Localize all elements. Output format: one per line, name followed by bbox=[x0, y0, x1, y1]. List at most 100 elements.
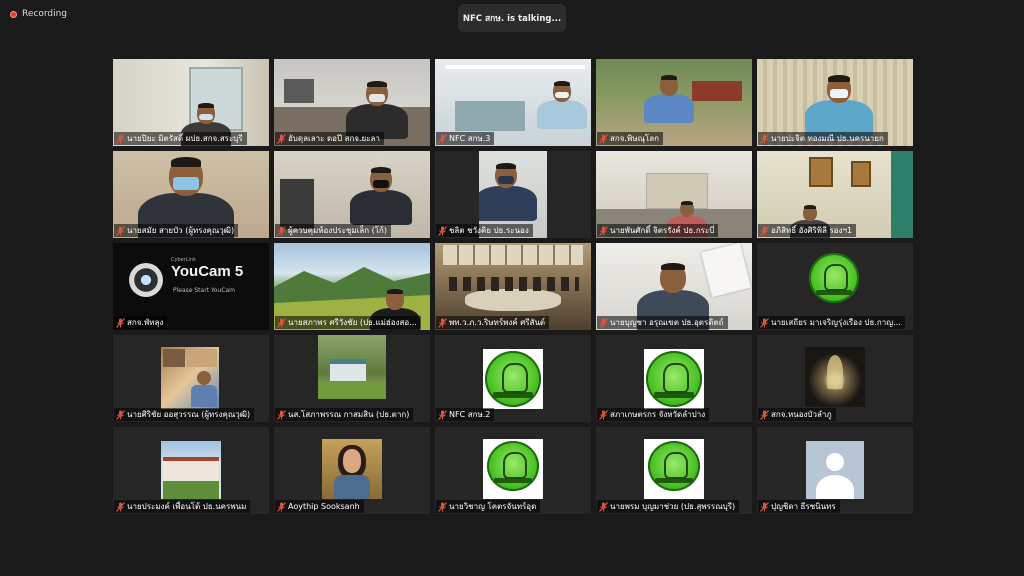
mic-muted-icon bbox=[760, 409, 769, 420]
participant-name: สกจ.หนองบัวลำภู bbox=[771, 410, 832, 419]
participant-name: อับดุลเลาะ ดอปี สกจ.ยะลา bbox=[288, 134, 380, 143]
participant-name-label: อับดุลเลาะ ดอปี สกจ.ยะลา bbox=[275, 132, 384, 145]
mic-muted-icon bbox=[760, 225, 769, 236]
default-avatar-icon bbox=[806, 441, 864, 499]
participant-tile[interactable]: อภิสิทธิ์ อังศิริพิลี รองฯ1 bbox=[757, 151, 913, 238]
mic-muted-icon bbox=[599, 501, 608, 512]
participant-name: นายวิชาญ โคตรจันทร์อุด bbox=[449, 502, 537, 511]
participant-tile[interactable]: สภาเกษตรกร จังหวัดลำปาง bbox=[596, 335, 752, 422]
participant-name: สภาเกษตรกร จังหวัดลำปาง bbox=[610, 410, 706, 419]
participant-tile[interactable]: นายพรม บุญมาช่วย (ปธ.สุพรรณบุรี) bbox=[596, 427, 752, 514]
participant-name-label: นส.โสภาพรรณ กาสมสิน (ปธ.ตาก) bbox=[275, 408, 414, 421]
participant-name: NFC สกษ.2 bbox=[449, 410, 491, 419]
participant-name: ผู้ควบคุมห้องประชุมเล็ก (โก้) bbox=[288, 226, 387, 235]
active-speaker-label: NFC สกษ. is talking... bbox=[462, 14, 562, 24]
participant-name: นายปิยะ มิตรัสดิ์ ผปธ.สกจ.สระบุรี bbox=[127, 134, 243, 143]
participant-name-label: Aoythip Sooksanh bbox=[275, 500, 364, 513]
mic-muted-icon bbox=[599, 409, 608, 420]
participant-tile[interactable]: NFC สกษ.3 bbox=[435, 59, 591, 146]
mic-muted-icon bbox=[116, 133, 125, 144]
participant-tile[interactable]: นายสมัย สายบัว (ผู้ทรงคุณวุฒิ) bbox=[113, 151, 269, 238]
participant-name-label: NFC สกษ.3 bbox=[436, 132, 495, 145]
mic-muted-icon bbox=[438, 317, 447, 328]
participant-name: นายศิริชัย ออสุวรรณ (ผู้ทรงคุณวุฒิ) bbox=[127, 410, 251, 419]
mic-muted-icon bbox=[599, 317, 608, 328]
participant-tile[interactable]: นายประมงค์ เพื่อนโต้ ปธ.นครพนม bbox=[113, 427, 269, 514]
participant-name-label: พท.ว.ภ.ว.ริษทร์พงค์ ศรีสันต์ bbox=[436, 316, 550, 329]
participant-name-label: นายประมงค์ เพื่อนโต้ ปธ.นครพนม bbox=[114, 500, 251, 513]
video-gallery: นายปิยะ มิตรัสดิ์ ผปธ.สกจ.สระบุรี อับดุลเ… bbox=[113, 59, 913, 514]
participant-name-label: นายศิริชัย ออสุวรรณ (ผู้ทรงคุณวุฒิ) bbox=[114, 408, 255, 421]
participant-name: นายพรม บุญมาช่วย (ปธ.สุพรรณบุรี) bbox=[610, 502, 736, 511]
participant-name: อภิสิทธิ์ อังศิริพิลี รองฯ1 bbox=[771, 226, 853, 235]
mic-muted-icon bbox=[277, 409, 286, 420]
mic-muted-icon bbox=[438, 133, 447, 144]
participant-name: สกจ.พัทลุง bbox=[127, 318, 164, 327]
participant-tile[interactable]: สกจ.หนองบัวลำภู bbox=[757, 335, 913, 422]
participant-tile[interactable]: ชลิต ชวังคิย ปธ.ระนอง bbox=[435, 151, 591, 238]
active-speaker-banner: NFC สกษ. is talking... bbox=[458, 4, 566, 32]
mic-muted-icon bbox=[277, 133, 286, 144]
participant-name: Aoythip Sooksanh bbox=[288, 502, 360, 511]
recording-dot-icon bbox=[10, 10, 17, 18]
mic-muted-icon bbox=[277, 225, 286, 236]
participant-tile[interactable]: สกจ.พิษณุโลก bbox=[596, 59, 752, 146]
participant-name: ชลิต ชวังคิย ปธ.ระนอง bbox=[449, 226, 529, 235]
mic-muted-icon bbox=[760, 501, 769, 512]
participant-name: นส.โสภาพรรณ กาสมสิน (ปธ.ตาก) bbox=[288, 410, 410, 419]
participant-tile[interactable]: ผู้ควบคุมห้องประชุมเล็ก (โก้) bbox=[274, 151, 430, 238]
participant-name-label: สภาเกษตรกร จังหวัดลำปาง bbox=[597, 408, 710, 421]
mic-muted-icon bbox=[438, 225, 447, 236]
mic-muted-icon bbox=[116, 225, 125, 236]
mic-muted-icon bbox=[116, 409, 125, 420]
participant-name-label: นายเสถียร มาเจริญรุ่งเรือง ปธ.กาญ... bbox=[758, 316, 905, 329]
participant-name-label: NFC สกษ.2 bbox=[436, 408, 495, 421]
participant-name-label: นายวิชาญ โคตรจันทร์อุด bbox=[436, 500, 541, 513]
farmers-council-logo bbox=[646, 351, 702, 407]
participant-name: นายพันศักดิ์ จิตรรังค์ ปธ.กระบี่ bbox=[610, 226, 715, 235]
participant-name: นายประมงค์ เพื่อนโต้ ปธ.นครพนม bbox=[127, 502, 247, 511]
participant-tile[interactable]: Aoythip Sooksanh bbox=[274, 427, 430, 514]
participant-tile[interactable]: พท.ว.ภ.ว.ริษทร์พงค์ ศรีสันต์ bbox=[435, 243, 591, 330]
youcam-hint: Please Start YouCam bbox=[173, 287, 235, 294]
participant-tile[interactable]: นายสภาพร ศรีวังชัย (ปธ.แม่ฮ่องสอ... bbox=[274, 243, 430, 330]
participant-name: นายเสถียร มาเจริญรุ่งเรือง ปธ.กาญ... bbox=[771, 318, 901, 327]
participant-name: นายสภาพร ศรีวังชัย (ปธ.แม่ฮ่องสอ... bbox=[288, 318, 417, 327]
mic-muted-icon bbox=[760, 133, 769, 144]
participant-tile[interactable]: ปุญชิดา ธีรชนินทร bbox=[757, 427, 913, 514]
participant-name-label: อภิสิทธิ์ อังศิริพิลี รองฯ1 bbox=[758, 224, 857, 237]
participant-name: นายสมัย สายบัว (ผู้ทรงคุณวุฒิ) bbox=[127, 226, 235, 235]
youcam-title: YouCam 5 bbox=[171, 263, 244, 280]
participant-name-label: นายปะจิต ทองมณี ปธ.นครนายก bbox=[758, 132, 888, 145]
participant-tile[interactable]: อับดุลเลาะ ดอปี สกจ.ยะลา bbox=[274, 59, 430, 146]
participant-tile[interactable]: นส.โสภาพรรณ กาสมสิน (ปธ.ตาก) bbox=[274, 335, 430, 422]
mic-muted-icon bbox=[277, 501, 286, 512]
mic-muted-icon bbox=[116, 501, 125, 512]
participant-tile[interactable]: นายพันศักดิ์ จิตรรังค์ ปธ.กระบี่ bbox=[596, 151, 752, 238]
participant-name-label: นายพันศักดิ์ จิตรรังค์ ปธ.กระบี่ bbox=[597, 224, 719, 237]
participant-name: นายบุญชา อรุณเขต ปธ.อุตรดิตถ์ bbox=[610, 318, 724, 327]
participant-tile[interactable]: นายศิริชัย ออสุวรรณ (ผู้ทรงคุณวุฒิ) bbox=[113, 335, 269, 422]
recording-indicator: Recording bbox=[10, 9, 67, 19]
participant-tile[interactable]: นายปิยะ มิตรัสดิ์ ผปธ.สกจ.สระบุรี bbox=[113, 59, 269, 146]
mic-muted-icon bbox=[116, 317, 125, 328]
participant-name-label: นายปิยะ มิตรัสดิ์ ผปธ.สกจ.สระบุรี bbox=[114, 132, 247, 145]
participant-tile[interactable]: นายบุญชา อรุณเขต ปธ.อุตรดิตถ์ bbox=[596, 243, 752, 330]
mic-muted-icon bbox=[438, 409, 447, 420]
participant-name-label: สกจ.หนองบัวลำภู bbox=[758, 408, 836, 421]
webcam-icon bbox=[129, 263, 163, 297]
participant-tile[interactable]: นายวิชาญ โคตรจันทร์อุด bbox=[435, 427, 591, 514]
participant-name-label: นายสมัย สายบัว (ผู้ทรงคุณวุฒิ) bbox=[114, 224, 239, 237]
participant-tile[interactable]: CyberLink YouCam 5 Please Start YouCam สกจ.… bbox=[113, 243, 269, 330]
farmers-council-logo bbox=[809, 253, 859, 303]
participant-tile[interactable]: นายเสถียร มาเจริญรุ่งเรือง ปธ.กาญ... bbox=[757, 243, 913, 330]
participant-tile[interactable]: NFC สกษ.2 bbox=[435, 335, 591, 422]
participant-name-label: ชลิต ชวังคิย ปธ.ระนอง bbox=[436, 224, 533, 237]
participant-tile[interactable]: นายปะจิต ทองมณี ปธ.นครนายก bbox=[757, 59, 913, 146]
farmers-council-logo bbox=[485, 351, 541, 407]
participant-name-label: นายบุญชา อรุณเขต ปธ.อุตรดิตถ์ bbox=[597, 316, 728, 329]
mic-muted-icon bbox=[438, 501, 447, 512]
farmers-council-logo bbox=[648, 441, 700, 491]
mic-muted-icon bbox=[599, 225, 608, 236]
participant-name-label: สกจ.พิษณุโลก bbox=[597, 132, 663, 145]
